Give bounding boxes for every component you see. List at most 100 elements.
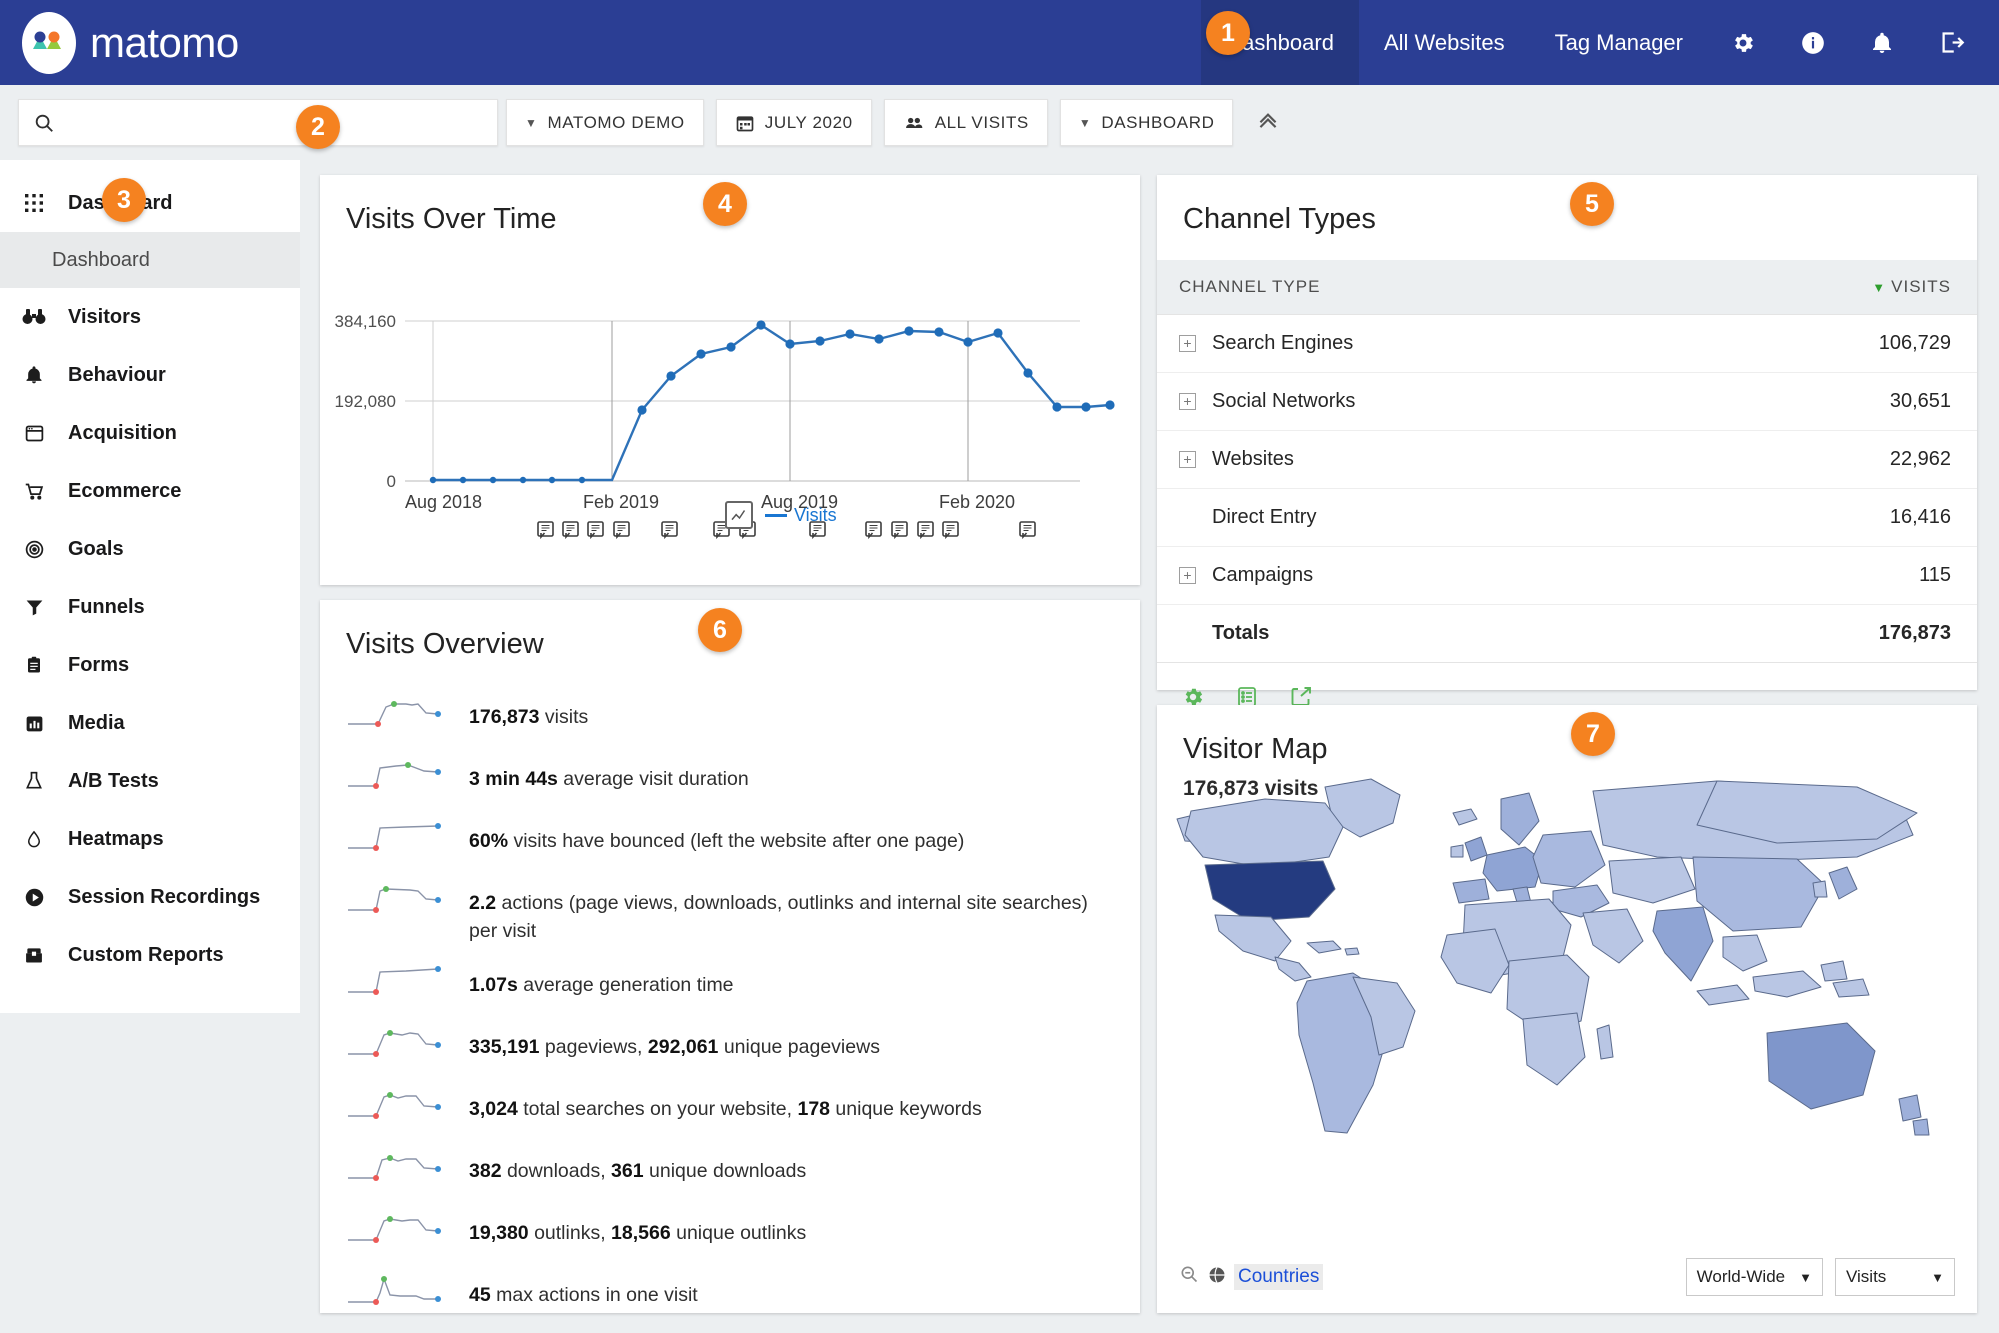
table-row-totals: Totals 176,873 — [1157, 605, 1977, 663]
sidebar-item-session-recordings[interactable]: Session Recordings — [0, 868, 300, 926]
sidebar-item-label: Forms — [68, 654, 129, 677]
legend-visits-label[interactable]: Visits — [765, 505, 837, 526]
metric-select[interactable]: Visits▼ — [1835, 1258, 1955, 1296]
browser-icon — [22, 423, 46, 444]
channel-types-widget: Channel Types CHANNEL TYPE ▼VISITS +Sear… — [1157, 175, 1977, 690]
svg-text:192,080: 192,080 — [335, 392, 396, 411]
bell-icon[interactable] — [1848, 0, 1916, 85]
column-header-visits[interactable]: ▼VISITS — [1657, 260, 1977, 315]
visits-over-time-chart[interactable]: 384,160 192,080 0 — [320, 236, 1140, 556]
dashboard-selector-label: DASHBOARD — [1101, 113, 1214, 133]
expand-icon[interactable]: + — [1179, 567, 1196, 584]
row-value-cell: 106,729 — [1657, 315, 1977, 373]
matomo-logo[interactable]: matomo — [22, 12, 239, 74]
countries-link[interactable]: Countries — [1234, 1264, 1323, 1290]
list-item[interactable]: 1.07s average generation time — [320, 961, 1140, 1008]
logout-icon[interactable] — [1916, 0, 1999, 85]
expand-icon[interactable]: + — [1179, 335, 1196, 352]
channel-types-table: CHANNEL TYPE ▼VISITS +Search Engines 106… — [1157, 260, 1977, 663]
list-item[interactable]: 3,024 total searches on your website, 17… — [320, 1085, 1140, 1132]
sidebar-item-behaviour[interactable]: Behaviour — [0, 346, 300, 404]
list-item[interactable]: 335,191 pageviews, 292,061 unique pagevi… — [320, 1023, 1140, 1070]
sidebar-item-label: Session Recordings — [68, 886, 260, 909]
dashboard-selector-button[interactable]: ▼ DASHBOARD — [1060, 99, 1234, 146]
search-box[interactable] — [18, 99, 498, 146]
globe-icon[interactable] — [1207, 1265, 1227, 1290]
sparkline-icon — [346, 755, 451, 798]
totals-value-cell: 176,873 — [1657, 605, 1977, 663]
sidebar-subitem-dashboard[interactable]: Dashboard — [0, 232, 300, 288]
svg-text:0: 0 — [387, 472, 396, 491]
info-icon[interactable] — [1778, 0, 1848, 85]
map-select-group: World-Wide▼ Visits▼ — [1686, 1258, 1955, 1296]
sidebar-item-goals[interactable]: Goals — [0, 520, 300, 578]
table-row[interactable]: +Campaigns 115 — [1157, 547, 1977, 605]
visitor-map-widget: Visitor Map 176,873 visits — [1157, 705, 1977, 1313]
row-label-cell: +Search Engines — [1157, 315, 1657, 373]
svg-text:Feb 2020: Feb 2020 — [939, 492, 1015, 512]
column-header-channel-type[interactable]: CHANNEL TYPE — [1157, 260, 1657, 315]
annotation-badge-5: 5 — [1570, 182, 1614, 226]
binoculars-icon — [22, 308, 46, 326]
svg-text:Aug 2018: Aug 2018 — [405, 492, 482, 512]
sidebar-item-forms[interactable]: Forms — [0, 636, 300, 694]
users-icon — [903, 113, 925, 133]
sidebar-item-funnels[interactable]: Funnels — [0, 578, 300, 636]
segment-selector-label: ALL VISITS — [935, 113, 1029, 133]
list-item-text: 2.2 actions (page views, downloads, outl… — [469, 879, 1110, 946]
clipboard-icon — [22, 654, 46, 676]
annotation-badge-4: 4 — [703, 182, 747, 226]
expand-icon[interactable]: + — [1179, 451, 1196, 468]
list-item[interactable]: 60% visits have bounced (left the websit… — [320, 817, 1140, 864]
sidebar-item-custom-reports[interactable]: Custom Reports — [0, 926, 300, 984]
annotation-badge-3: 3 — [102, 178, 146, 222]
table-row[interactable]: +Social Networks 30,651 — [1157, 373, 1977, 431]
gear-icon[interactable] — [1708, 0, 1778, 85]
annotation-badge-6: 6 — [698, 608, 742, 652]
chart-legend[interactable]: Visits — [725, 501, 837, 529]
sidebar-item-heatmaps[interactable]: Heatmaps — [0, 810, 300, 868]
flask-icon — [22, 770, 46, 792]
zoom-out-icon[interactable] — [1179, 1264, 1199, 1290]
list-item[interactable]: 2.2 actions (page views, downloads, outl… — [320, 879, 1140, 946]
list-item[interactable]: 19,380 outlinks, 18,566 unique outlinks — [320, 1209, 1140, 1256]
table-row[interactable]: Direct Entry 16,416 — [1157, 489, 1977, 547]
sparkline-icon — [346, 1085, 451, 1128]
segment-selector-button[interactable]: ALL VISITS — [884, 99, 1048, 146]
nav-tag-manager[interactable]: Tag Manager — [1530, 0, 1708, 85]
sparkline-icon — [346, 1023, 451, 1066]
target-icon — [22, 539, 46, 560]
list-item[interactable]: 176,873 visits — [320, 693, 1140, 740]
sidebar-item-dashboard[interactable]: Dashboard — [0, 174, 300, 232]
list-item[interactable]: 382 downloads, 361 unique downloads — [320, 1147, 1140, 1194]
sidebar-item-label: Funnels — [68, 596, 145, 619]
sparkline-icon — [346, 817, 451, 860]
matomo-dashboard: matomo Dashboard All Websites Tag Manage… — [0, 0, 1999, 1333]
media-icon — [22, 713, 46, 734]
sidebar-item-label: A/B Tests — [68, 770, 159, 793]
sidebar-item-ecommerce[interactable]: Ecommerce — [0, 462, 300, 520]
sidebar-item-acquisition[interactable]: Acquisition — [0, 404, 300, 462]
table-row[interactable]: +Websites 22,962 — [1157, 431, 1977, 489]
sidebar-item-label: Acquisition — [68, 422, 177, 445]
list-item-text: 19,380 outlinks, 18,566 unique outlinks — [469, 1209, 806, 1247]
chart-image-icon[interactable] — [725, 501, 753, 529]
calendar-icon — [735, 113, 755, 133]
row-value-cell: 115 — [1657, 547, 1977, 605]
world-map[interactable] — [1157, 765, 1977, 1195]
collapse-toolbar-icon[interactable] — [1245, 106, 1291, 139]
list-item[interactable]: 45 max actions in one visit — [320, 1271, 1140, 1318]
totals-label-cell: Totals — [1157, 605, 1657, 663]
sidebar-item-media[interactable]: Media — [0, 694, 300, 752]
nav-all-websites[interactable]: All Websites — [1359, 0, 1530, 85]
date-selector-button[interactable]: JULY 2020 — [716, 99, 872, 146]
list-item[interactable]: 3 min 44s average visit duration — [320, 755, 1140, 802]
expand-icon[interactable]: + — [1179, 393, 1196, 410]
search-input[interactable] — [65, 112, 483, 133]
sidebar-item-label: Behaviour — [68, 364, 166, 387]
table-row[interactable]: +Search Engines 106,729 — [1157, 315, 1977, 373]
sidebar-item-ab-tests[interactable]: A/B Tests — [0, 752, 300, 810]
site-selector-button[interactable]: ▼ MATOMO DEMO — [506, 99, 704, 146]
sidebar-item-visitors[interactable]: Visitors — [0, 288, 300, 346]
region-select[interactable]: World-Wide▼ — [1686, 1258, 1823, 1296]
